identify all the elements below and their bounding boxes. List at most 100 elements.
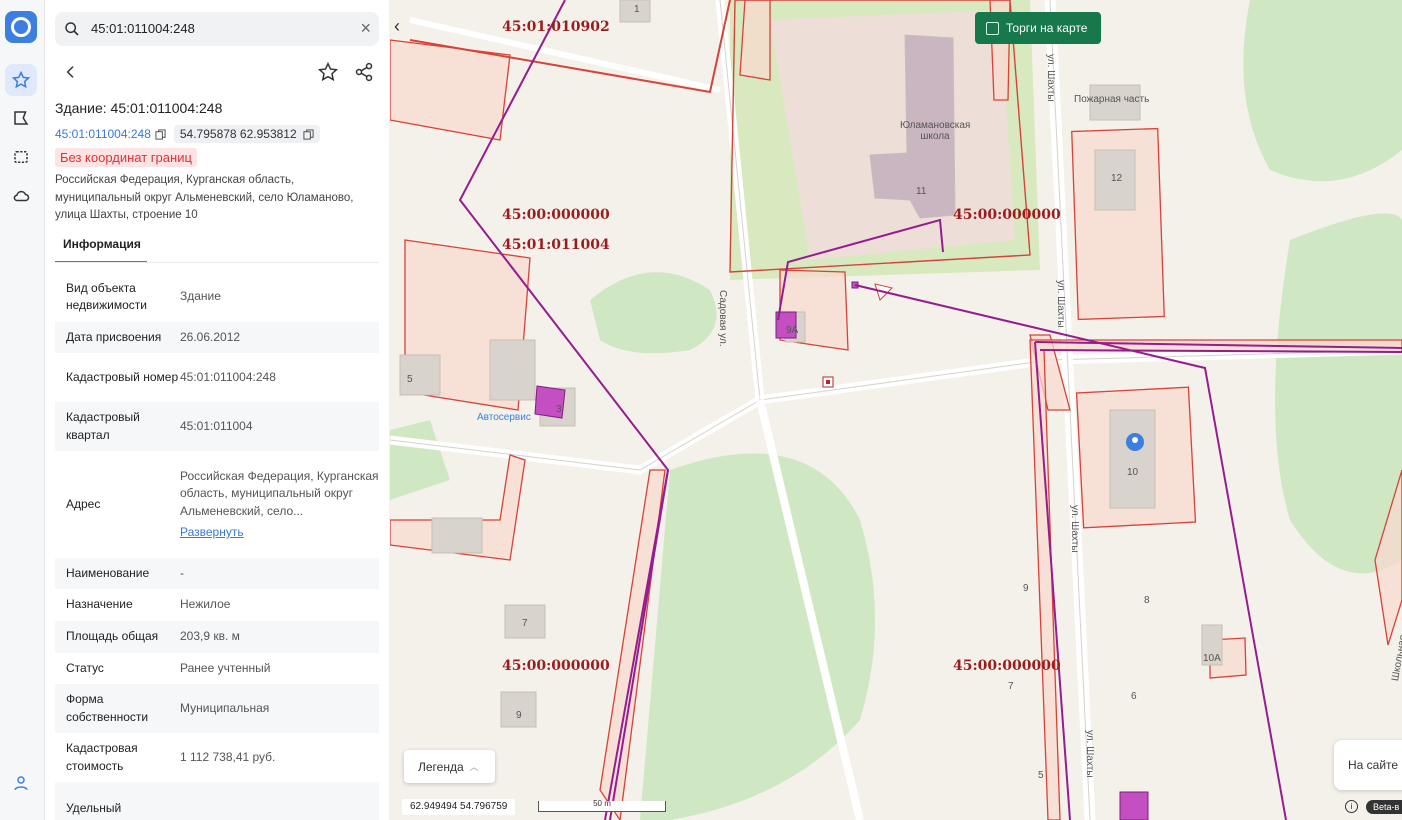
row-value: 26.06.2012 xyxy=(180,329,241,344)
map-view[interactable]: ‹ 45:01:010902 45:00:000000 45:01:011004… xyxy=(390,0,1402,820)
house-number: 5 xyxy=(407,374,413,385)
search-input[interactable]: 45:01:011004:248 xyxy=(91,21,195,36)
select-area-icon[interactable] xyxy=(5,141,37,173)
row-value: Российская Федерация, Курганская область… xyxy=(180,468,379,542)
tab-divider xyxy=(55,262,379,263)
street-label: ул. Шахты xyxy=(1069,505,1080,553)
cadastral-link[interactable]: 45:01:011004:248 xyxy=(55,127,166,141)
map-canvas[interactable] xyxy=(390,0,1402,820)
table-row: Площадь общая 203,9 кв. м xyxy=(55,621,379,653)
row-key: Кадастровый номер xyxy=(66,369,179,384)
row-key: Назначение xyxy=(66,597,133,612)
table-row: Дата присвоения 26.06.2012 xyxy=(55,322,379,353)
polygon-tool-icon[interactable] xyxy=(5,102,37,134)
table-row: Наименование - xyxy=(55,558,379,589)
row-value: 45:01:011004 xyxy=(180,418,253,433)
beta-badge: Beta-в xyxy=(1366,800,1402,814)
poi-autoservice[interactable]: Автосервис xyxy=(477,412,531,423)
house-number: 1 xyxy=(634,4,640,15)
back-icon[interactable] xyxy=(63,64,79,80)
info-table: Вид объекта недвижимости Здание Дата прис… xyxy=(55,272,379,820)
house-number: 3 xyxy=(556,404,562,415)
row-key: Кадастровая стоимость xyxy=(66,741,138,773)
search-box[interactable]: 45:01:011004:248 × xyxy=(55,12,379,46)
table-row: Кадастровая стоимость 1 112 738,41 руб. xyxy=(55,733,379,782)
tab-info[interactable]: Информация xyxy=(55,230,147,263)
table-row: Назначение Нежилое xyxy=(55,589,379,621)
no-boundaries-badge: Без координат границ xyxy=(55,148,197,167)
legend-label: Легенда xyxy=(418,759,464,774)
row-value: 45:01:011004:248 xyxy=(180,369,276,384)
house-number: 9А xyxy=(786,325,799,336)
collapse-panel-icon[interactable]: ‹ xyxy=(394,16,400,37)
object-chips: 45:01:011004:248 54.795878 62.953812 xyxy=(55,124,320,144)
expand-link[interactable]: Развернуть xyxy=(180,524,379,542)
search-icon xyxy=(65,22,79,36)
poi-school[interactable]: Юламановская школа xyxy=(900,120,970,142)
object-address: Российская Федерация, Курганская область… xyxy=(55,174,354,221)
row-key: Адрес xyxy=(66,496,101,511)
info-icon[interactable]: i xyxy=(1345,800,1358,813)
copy-icon[interactable] xyxy=(155,128,166,140)
house-number: 5 xyxy=(1038,770,1044,781)
on-site-button[interactable]: На сайте xyxy=(1334,740,1402,790)
row-key: Дата присвоения xyxy=(66,329,162,344)
row-value: Ранее учтенный xyxy=(180,660,271,675)
row-value: 203,9 кв. м xyxy=(180,629,240,644)
panel-header xyxy=(55,58,379,86)
house-number: 8 xyxy=(1144,595,1150,606)
quarter-label: 45:01:011004 xyxy=(502,237,610,253)
house-number: 9 xyxy=(516,710,522,721)
row-key: Наименование xyxy=(66,565,150,580)
scale-bar: 50 m xyxy=(538,800,666,812)
house-number: 10 xyxy=(1127,467,1139,478)
row-key: Кадастровый квартал xyxy=(66,410,140,442)
share-icon[interactable] xyxy=(354,62,374,82)
table-row: Удельный xyxy=(55,782,379,820)
house-number: 6 xyxy=(1131,691,1137,702)
address-short: Российская Федерация, Курганская область… xyxy=(180,468,379,518)
cloud-icon[interactable] xyxy=(5,180,37,212)
row-value: Здание xyxy=(180,289,221,304)
house-number: 7 xyxy=(1008,681,1014,692)
table-row: Кадастровый номер 45:01:011004:248 xyxy=(55,353,379,402)
table-row: Форма собственности Муниципальная xyxy=(55,684,379,733)
auctions-label: Торги на карте xyxy=(1006,21,1088,35)
object-title: Здание: 45:01:011004:248 xyxy=(55,100,223,116)
house-number: 10А xyxy=(1203,653,1221,664)
row-value: Нежилое xyxy=(180,597,231,612)
house-number: 11 xyxy=(916,186,927,197)
star-icon[interactable] xyxy=(318,62,338,82)
quarter-label: 45:00:000000 xyxy=(953,658,1061,674)
user-icon[interactable] xyxy=(12,773,30,798)
house-number: 9 xyxy=(1023,583,1029,594)
row-key: Форма собственности xyxy=(66,692,149,724)
row-key: Площадь общая xyxy=(66,629,159,644)
favorites-icon[interactable] xyxy=(5,64,37,96)
auctions-toggle-button[interactable]: Торги на карте xyxy=(975,12,1101,44)
row-value: Муниципальная xyxy=(180,700,270,715)
coords-chip[interactable]: 54.795878 62.953812 xyxy=(173,125,320,143)
object-panel: 45:01:011004:248 × Здание: 45:01:011004:… xyxy=(45,0,389,820)
side-rail xyxy=(0,0,45,820)
table-row: Кадастровый квартал 45:01:011004 xyxy=(55,402,379,451)
house-number: 12 xyxy=(1111,173,1123,184)
copy-coords-icon[interactable] xyxy=(303,128,314,140)
cursor-coordinates: 62.949494 54.796759 xyxy=(402,799,516,815)
checkbox-icon[interactable] xyxy=(986,21,999,35)
poi-fire-station[interactable]: Пожарная часть xyxy=(1074,94,1149,105)
row-value: - xyxy=(180,565,184,580)
street-label: ул. Шахты xyxy=(1084,730,1095,778)
app-logo[interactable] xyxy=(5,11,37,43)
quarter-label: 45:01:010902 xyxy=(502,19,610,35)
row-key: Удельный xyxy=(66,801,122,815)
house-number: 7 xyxy=(522,618,528,629)
clear-search-icon[interactable]: × xyxy=(360,18,371,39)
table-row: Адрес Российская Федерация, Курганская об… xyxy=(55,451,379,558)
legend-button[interactable]: Легенда ︿ xyxy=(404,750,495,783)
quarter-label: 45:00:000000 xyxy=(502,207,610,223)
street-label: ул. Шахты xyxy=(1055,280,1066,328)
quarter-label: 45:00:000000 xyxy=(953,207,1061,223)
row-key: Вид объекта недвижимости xyxy=(66,280,147,313)
table-row: Статус Ранее учтенный xyxy=(55,653,379,684)
